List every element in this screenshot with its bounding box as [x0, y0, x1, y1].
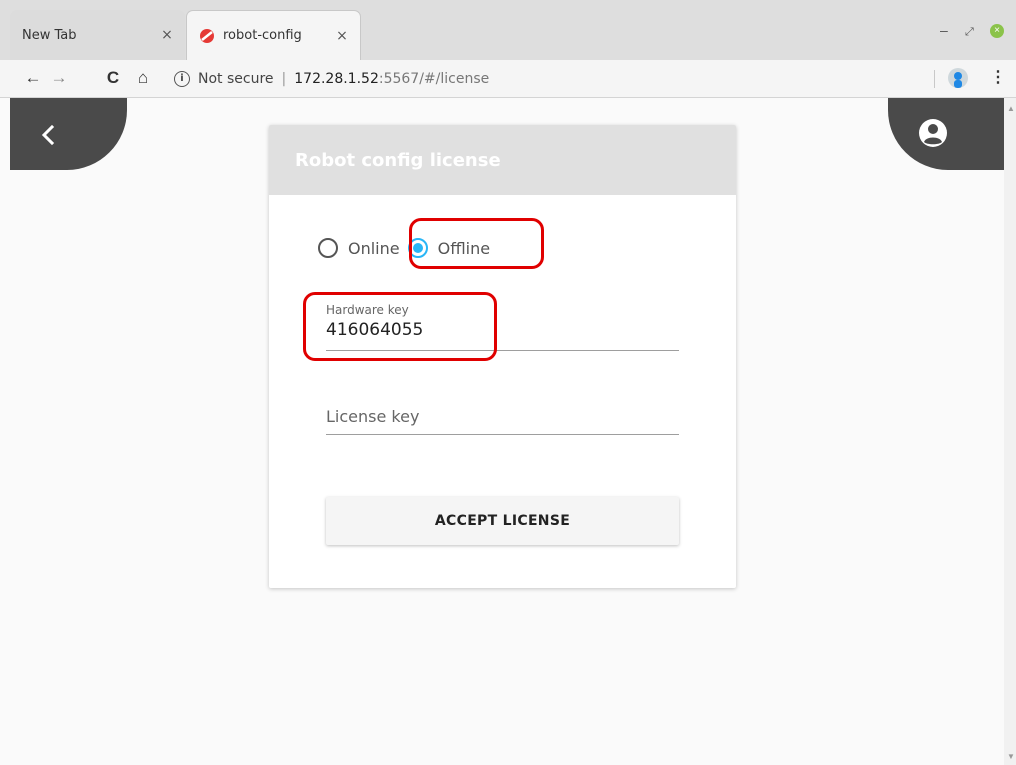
address-separator: |: [281, 71, 287, 87]
robot-favicon-icon: [200, 28, 214, 43]
radio-checked-icon[interactable]: [407, 238, 428, 258]
tab-close-icon[interactable]: ×: [332, 28, 352, 44]
browser-menu-icon[interactable]: ⋮: [990, 67, 1006, 87]
page-scrollbar[interactable]: ▲ ▼: [1004, 98, 1016, 765]
tab-new-tab[interactable]: New Tab ×: [10, 10, 185, 60]
browser-toolbar: ← → C ⌂ i Not secure | 172.28.1.52 :5567…: [0, 60, 1016, 98]
window-close-icon[interactable]: ×: [990, 24, 1004, 38]
tab-robot-config[interactable]: robot-config ×: [186, 10, 361, 60]
license-card: Robot config license Online Offline Hard…: [269, 125, 736, 588]
tab-close-icon[interactable]: ×: [157, 27, 177, 43]
window-maximize-icon[interactable]: ⤢: [965, 26, 974, 39]
profile-avatar-icon[interactable]: [948, 68, 968, 88]
hardware-key-field[interactable]: Hardware key 416064055: [326, 303, 679, 351]
radio-unchecked-icon[interactable]: [318, 238, 338, 258]
security-label: Not secure: [198, 71, 274, 87]
back-arrow-icon[interactable]: ←: [22, 67, 44, 89]
accept-license-button[interactable]: ACCEPT LICENSE: [326, 497, 679, 545]
radio-online[interactable]: Online: [318, 238, 400, 258]
account-circle-icon: [919, 119, 947, 147]
license-key-field[interactable]: License key: [326, 389, 679, 435]
radio-offline[interactable]: Offline: [407, 238, 491, 258]
address-bar[interactable]: i Not secure | 172.28.1.52 :5567/#/licen…: [170, 66, 930, 92]
card-header: Robot config license: [269, 125, 736, 195]
browser-tab-bar: New Tab × robot-config × – ⤢ ×: [0, 0, 1016, 60]
chevron-left-icon: [41, 124, 55, 146]
tab-title: robot-config: [223, 28, 302, 43]
toolbar-divider: [934, 70, 935, 88]
page-viewport: Robot config license Online Offline Hard…: [10, 98, 1004, 765]
hardware-key-label: Hardware key: [326, 303, 409, 317]
window-minimize-icon[interactable]: –: [940, 22, 948, 38]
reload-icon[interactable]: C: [102, 67, 124, 89]
forward-arrow-icon[interactable]: →: [48, 67, 70, 89]
scroll-down-icon[interactable]: ▼: [1007, 752, 1015, 761]
license-key-placeholder[interactable]: License key: [326, 407, 419, 426]
address-host: 172.28.1.52: [294, 71, 379, 87]
back-button[interactable]: [10, 98, 127, 170]
radio-label-offline[interactable]: Offline: [438, 239, 491, 258]
tab-title: New Tab: [22, 27, 77, 43]
info-icon[interactable]: i: [174, 71, 190, 87]
account-button[interactable]: [888, 98, 1004, 170]
address-path: :5567/#/license: [378, 71, 490, 87]
radio-label-online[interactable]: Online: [348, 239, 400, 258]
scroll-up-icon[interactable]: ▲: [1007, 104, 1015, 113]
hardware-key-value[interactable]: 416064055: [326, 320, 423, 340]
home-icon[interactable]: ⌂: [132, 67, 154, 89]
card-title: Robot config license: [295, 149, 501, 171]
license-mode-radio-group: Online Offline: [318, 235, 498, 261]
